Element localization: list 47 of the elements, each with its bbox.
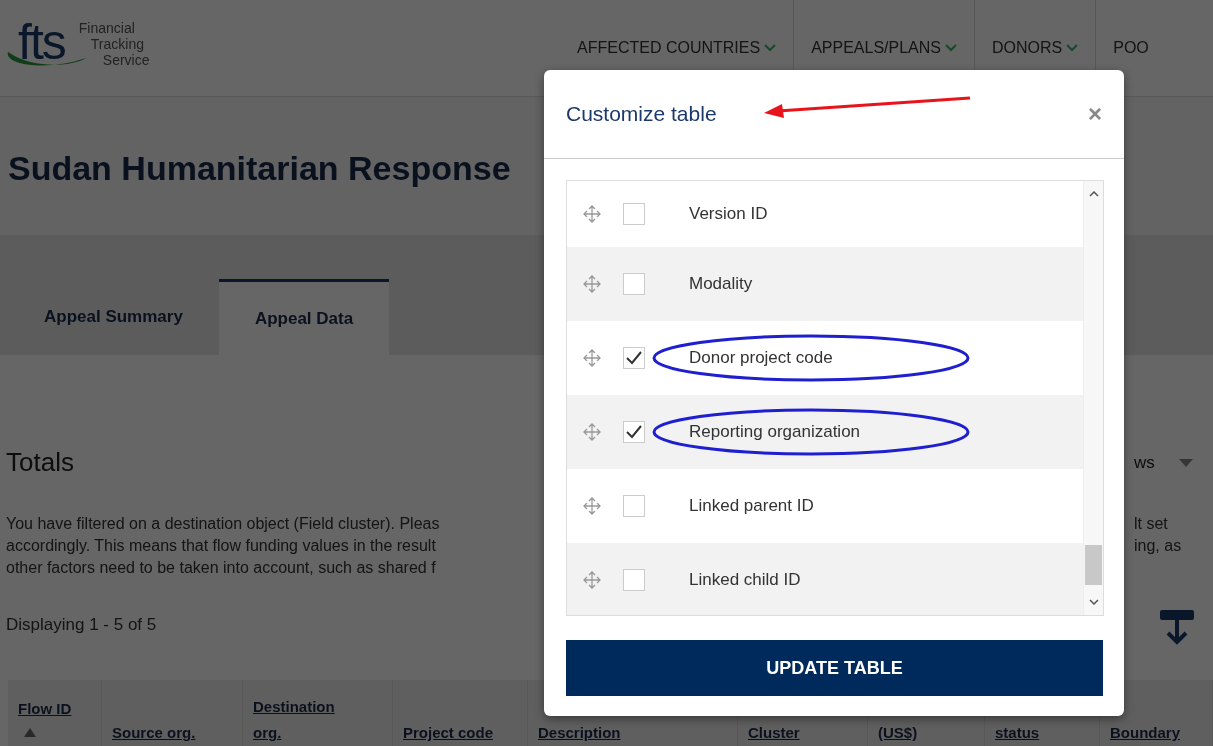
column-option-label: Linked parent ID — [689, 496, 814, 516]
notice-text: You have filtered on a destination object (Field cluster). Pleas — [6, 514, 440, 534]
column-header[interactable]: Project code — [393, 680, 528, 746]
logo-subtitle: Tracking — [89, 36, 145, 52]
result-count: Displaying 1 - 5 of 5 — [6, 615, 157, 635]
rows-selector-text[interactable]: ws — [1134, 453, 1155, 473]
column-option-label: Modality — [689, 274, 753, 294]
column-option-label: Donor project code — [689, 348, 833, 368]
sort-up-icon[interactable] — [24, 728, 36, 737]
column-header[interactable]: Source org. — [102, 680, 243, 746]
download-icon[interactable] — [1158, 608, 1196, 646]
tab[interactable]: Appeal Data — [218, 279, 390, 355]
column-header[interactable]: Destination org. — [243, 680, 393, 746]
checkbox[interactable] — [623, 495, 645, 517]
scroll-up-icon[interactable] — [1088, 191, 1099, 197]
section-heading: Totals — [6, 447, 74, 478]
checkbox[interactable] — [623, 421, 645, 443]
drag-handle-icon[interactable] — [583, 275, 601, 293]
scroll-down-icon[interactable] — [1088, 599, 1099, 605]
logo-subtitle: Service — [101, 52, 150, 68]
column-option-label: Linked child ID — [689, 570, 801, 590]
notice-text: lt set — [1134, 514, 1169, 534]
checkbox[interactable] — [623, 569, 645, 591]
notice-text: ing, as — [1134, 536, 1182, 556]
checkbox[interactable] — [623, 203, 645, 225]
nav-item[interactable]: POO — [1096, 0, 1166, 96]
logo-subtitle: Financial — [78, 20, 136, 36]
drag-handle-icon[interactable] — [583, 205, 601, 223]
modal-title: Customize table — [566, 102, 717, 126]
drag-handle-icon[interactable] — [583, 571, 601, 589]
drag-handle-icon[interactable] — [583, 423, 601, 441]
logo-text[interactable]: fts — [18, 17, 65, 67]
column-header[interactable]: Flow ID — [8, 680, 102, 746]
drag-handle-icon[interactable] — [583, 349, 601, 367]
page-title: Sudan Humanitarian Response — [8, 148, 511, 188]
checkbox[interactable] — [623, 347, 645, 369]
caret-down-icon[interactable] — [1178, 459, 1193, 467]
tab[interactable]: Appeal Summary — [8, 279, 219, 355]
notice-text: other factors need to be taken into account, such as shared f — [6, 558, 437, 578]
column-option-label: Version ID — [689, 204, 768, 224]
column-option-label: Reporting organization — [689, 422, 861, 442]
checkbox[interactable] — [623, 273, 645, 295]
close-button[interactable]: × — [1086, 100, 1104, 128]
update-table-button[interactable]: UPDATE TABLE — [566, 640, 1103, 696]
drag-handle-icon[interactable] — [583, 497, 601, 515]
scrollbar-thumb[interactable] — [1085, 545, 1102, 585]
notice-text: accordingly. This means that flow funding values in the result — [6, 536, 437, 556]
